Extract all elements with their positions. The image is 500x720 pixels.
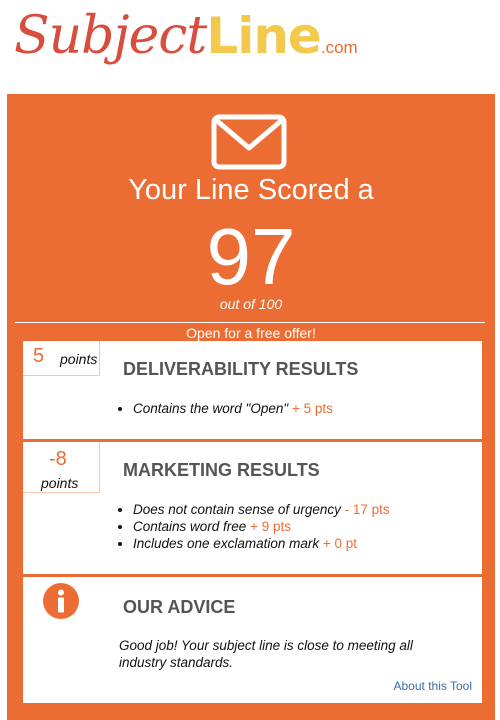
- deliverability-title: DELIVERABILITY RESULTS: [123, 359, 359, 379]
- list-item: Includes one exclamation mark + 0 pt: [133, 535, 390, 552]
- score-headline: Your Line Scored a: [128, 174, 374, 206]
- tested-subject-line: Open for a free offer!: [186, 325, 316, 341]
- marketing-points-label: points: [41, 475, 79, 491]
- divider: [15, 322, 485, 323]
- about-tool-link[interactable]: About this Tool: [394, 679, 473, 693]
- marketing-points-badge: -8 points: [23, 442, 100, 493]
- list-item: Contains word free + 9 pts: [133, 518, 390, 535]
- results-panel: Your Line Scored a 97 out of 100 Open fo…: [7, 94, 495, 720]
- list-item: Contains the word "Open" + 5 pts: [133, 400, 333, 417]
- score-value: 97: [206, 212, 296, 301]
- logo-domain-text: .com: [320, 38, 358, 57]
- deliverability-points-badge: 5 points: [23, 341, 100, 376]
- deliverability-list: Contains the word "Open" + 5 pts: [117, 400, 333, 417]
- marketing-list: Does not contain sense of urgency - 17 p…: [117, 501, 390, 552]
- deliverability-points-value: 5: [33, 345, 45, 367]
- advice-title: OUR ADVICE: [123, 597, 236, 617]
- site-logo[interactable]: SubjectLine.com: [14, 6, 358, 76]
- marketing-title: MARKETING RESULTS: [123, 460, 320, 480]
- logo-subject-text: Subject: [14, 6, 207, 66]
- advice-card: OUR ADVICE Good job! Your subject line i…: [23, 577, 482, 703]
- marketing-card: -8 points MARKETING RESULTS Does not con…: [23, 442, 482, 574]
- info-icon: [43, 583, 79, 619]
- deliverability-points-label: points: [60, 351, 98, 367]
- points-delta: + 9 pts: [250, 519, 291, 534]
- envelope-icon: [211, 114, 287, 170]
- deliverability-card: 5 points DELIVERABILITY RESULTS Contains…: [23, 341, 482, 439]
- points-delta: + 5 pts: [291, 401, 333, 416]
- advice-text: Good job! Your subject line is close to …: [119, 638, 413, 670]
- points-delta: + 0 pt: [322, 536, 358, 551]
- points-delta: - 17 pts: [344, 502, 390, 517]
- marketing-points-value: -8: [49, 448, 67, 470]
- list-item: Does not contain sense of urgency - 17 p…: [133, 501, 390, 518]
- score-out-of: out of 100: [219, 296, 283, 312]
- logo-line-text: Line: [206, 7, 322, 65]
